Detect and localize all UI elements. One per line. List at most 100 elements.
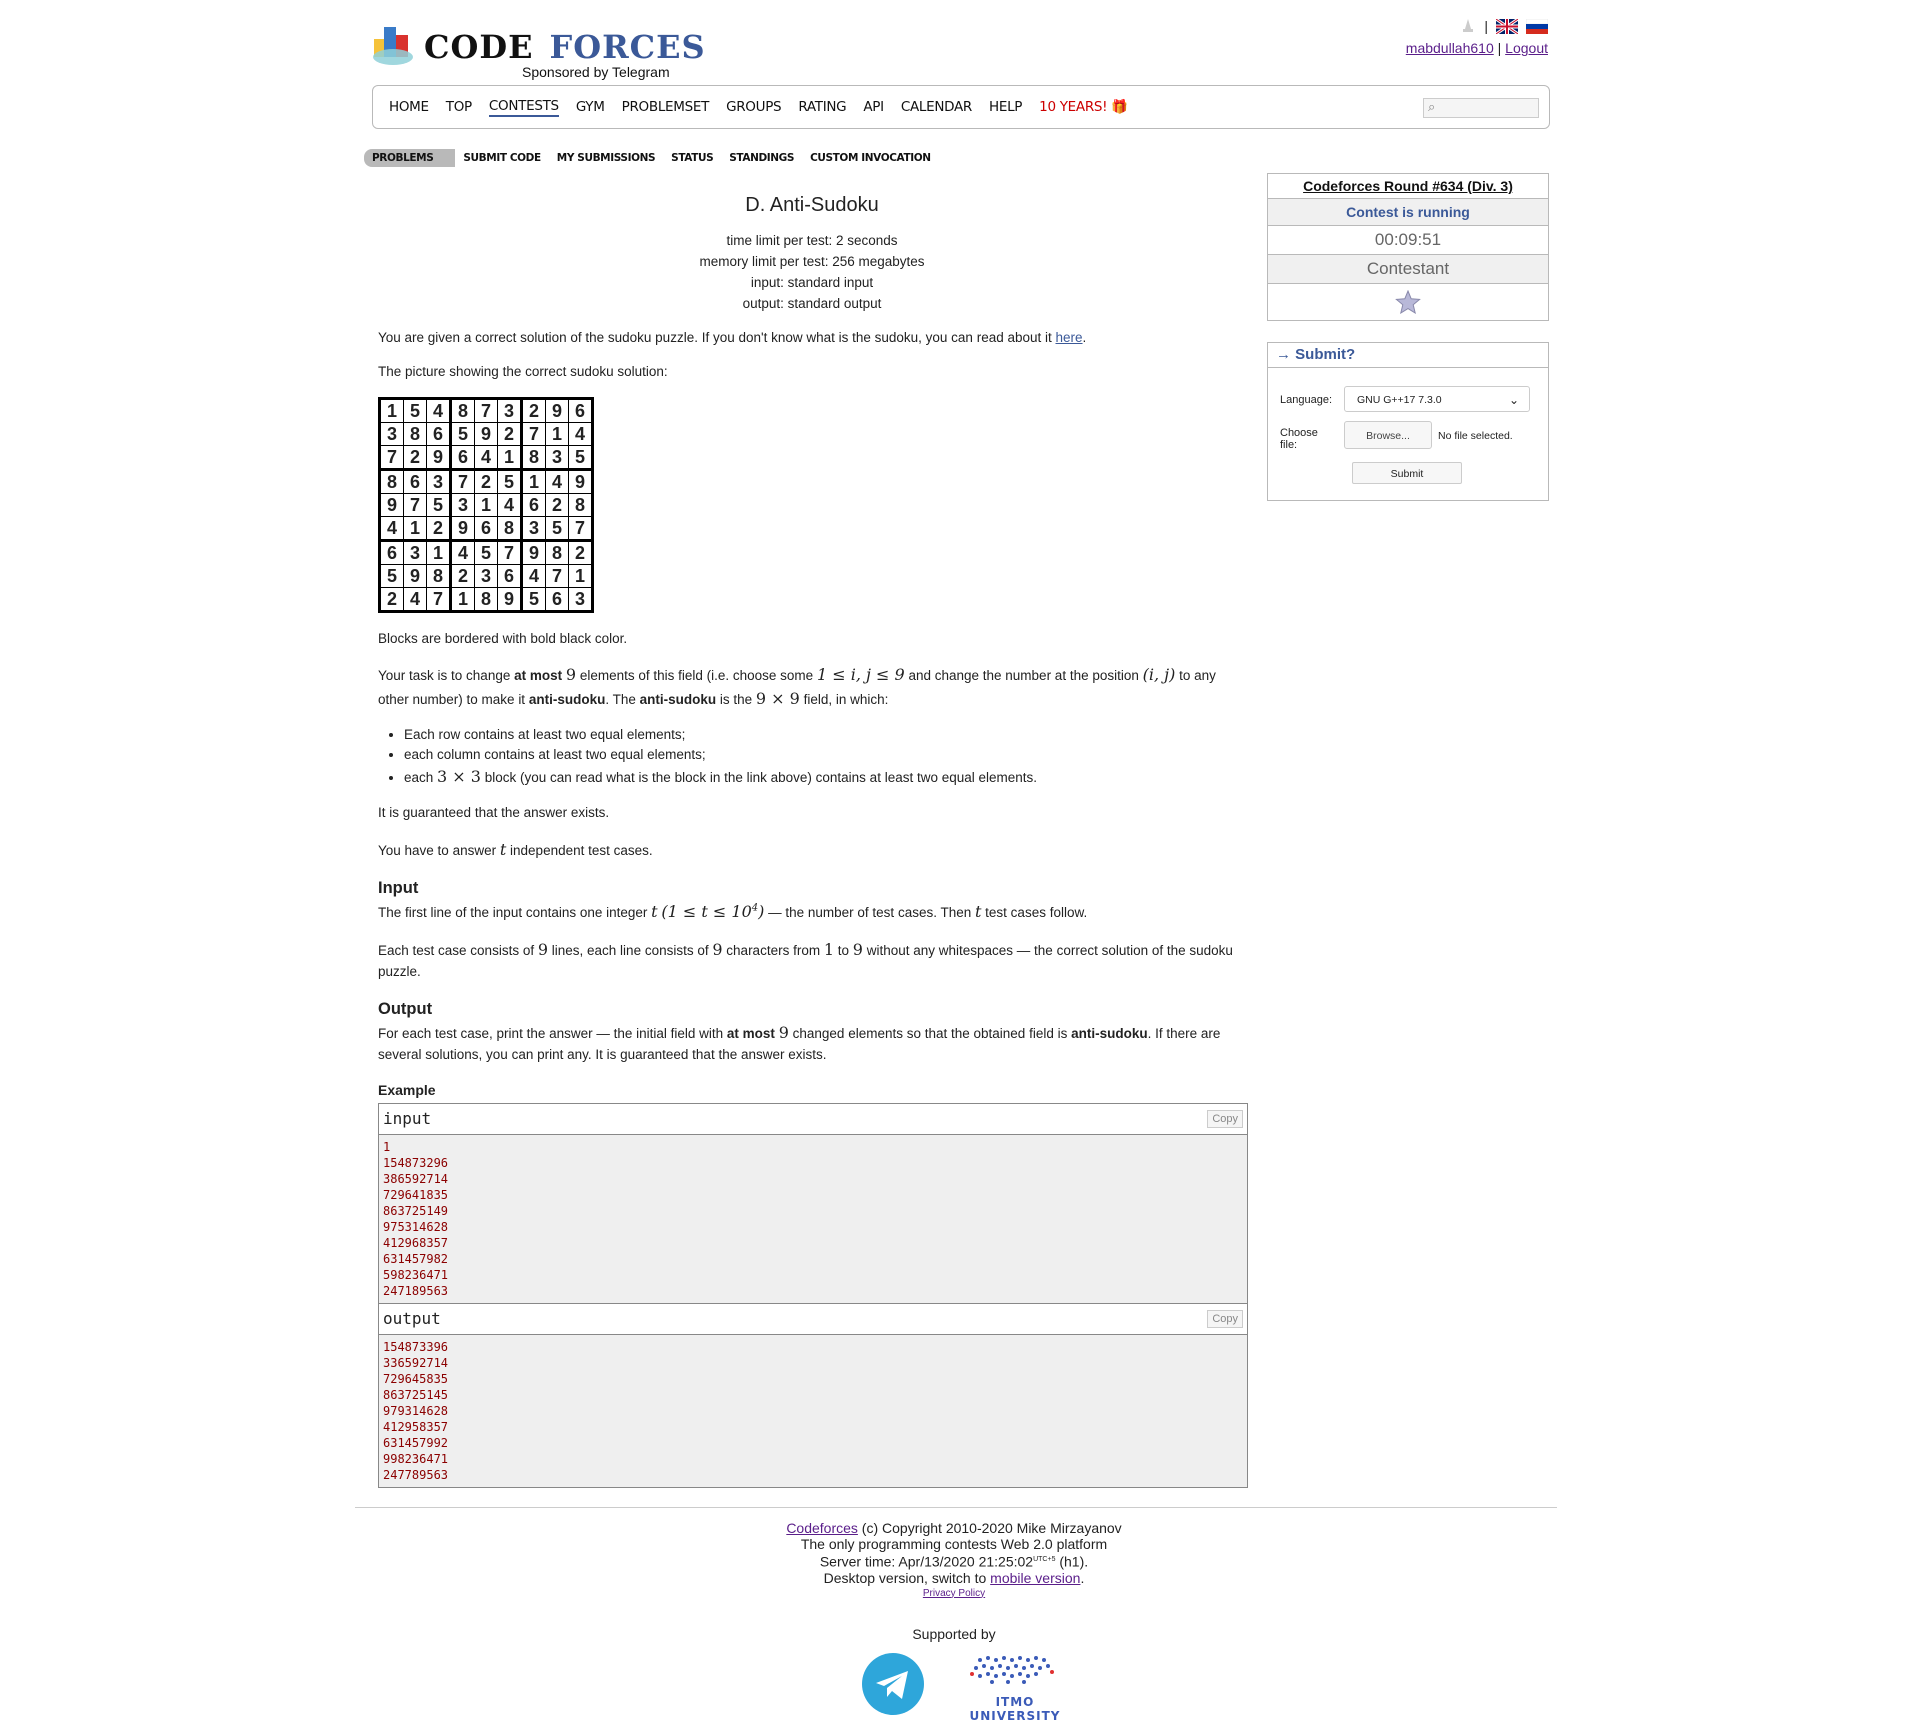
sudoku-cell: 6: [568, 397, 593, 423]
menu-item-groups[interactable]: GROUPS: [726, 99, 782, 115]
footer-codeforces-link[interactable]: Codeforces: [786, 1520, 858, 1536]
sudoku-cell: 2: [474, 468, 498, 494]
output-file: output: standard output: [742, 296, 882, 311]
contest-status: Contest is running: [1268, 199, 1548, 226]
copy-output-button[interactable]: Copy: [1207, 1309, 1243, 1328]
itmo-logo[interactable]: ITMO UNIVERSITY: [950, 1650, 1080, 1723]
round-name-link[interactable]: Codeforces Round #634 (Div. 3): [1268, 174, 1548, 199]
sudoku-cell: 7: [379, 444, 404, 471]
gift-icon: 🎁: [1111, 99, 1128, 115]
sudoku-cell: 3: [379, 421, 404, 446]
sudoku-cell: 7: [403, 492, 427, 517]
menu-item-rating[interactable]: RATING: [798, 99, 846, 115]
subnav-custom-invocation[interactable]: CUSTOM INVOCATION: [802, 149, 939, 167]
menu-item-api[interactable]: API: [863, 99, 884, 115]
participant-role: Contestant: [1268, 255, 1548, 284]
sample-output[interactable]: 154873396 336592714 729645835 863725145 …: [379, 1334, 1247, 1487]
sudoku-cell: 4: [521, 563, 546, 588]
sudoku-cell: 7: [474, 397, 498, 423]
subnav-submit-code[interactable]: SUBMIT CODE: [455, 149, 548, 167]
logo-cube-icon: [373, 27, 413, 65]
sudoku-cell: 1: [474, 492, 498, 517]
sudoku-cell: 2: [521, 397, 546, 423]
mobile-version-link[interactable]: mobile version: [990, 1570, 1080, 1586]
sudoku-cell: 3: [426, 468, 452, 494]
subnav-standings[interactable]: STANDINGS: [721, 149, 802, 167]
english-flag-icon[interactable]: [1496, 18, 1518, 34]
sudoku-cell: 9: [568, 468, 593, 494]
sample-input[interactable]: 1 154873296 386592714 729641835 86372514…: [379, 1134, 1247, 1303]
codeforces-logo[interactable]: CODE FORCES Sponsored by Telegram: [370, 22, 705, 80]
footer-tagline: The only programming contests Web 2.0 pl…: [800, 1536, 1108, 1552]
sudoku-cell: 1: [426, 539, 452, 565]
problem-limits: time limit per test: 2 seconds memory li…: [378, 230, 1246, 314]
sudoku-cell: 5: [521, 586, 546, 612]
sudoku-cell: 5: [474, 539, 498, 565]
subnav-problems[interactable]: PROBLEMS: [364, 149, 456, 167]
bell-icon[interactable]: [1460, 18, 1476, 34]
sudoku-row: 631457982: [379, 539, 593, 565]
contest-info-box: Codeforces Round #634 (Div. 3) Contest i…: [1267, 173, 1549, 321]
list-item: each 3 × 3 block (you can read what is t…: [404, 765, 1246, 789]
input-file: input: standard input: [750, 275, 874, 290]
sudoku-cell: 4: [497, 492, 523, 517]
star-icon[interactable]: [1395, 289, 1421, 315]
sudoku-cell: 6: [450, 444, 475, 471]
sudoku-cell: 5: [545, 515, 569, 542]
sudoku-cell: 9: [497, 586, 523, 612]
sudoku-wiki-link[interactable]: here: [1056, 330, 1083, 345]
sample-output-header: output Copy: [379, 1302, 1247, 1335]
sudoku-cell: 7: [545, 563, 569, 588]
sudoku-cell: 9: [403, 563, 427, 588]
sudoku-row: 247189563: [379, 586, 593, 612]
menu-item-10-years[interactable]: 10 YEARS! 🎁: [1039, 99, 1128, 115]
contest-timer: 00:09:51: [1268, 226, 1548, 255]
sudoku-row: 154873296: [379, 397, 593, 423]
sudoku-cell: 8: [545, 539, 569, 565]
menu-item-top[interactable]: TOP: [446, 99, 472, 115]
search-input[interactable]: ⌕: [1423, 98, 1539, 118]
requirements-list: Each row contains at least two equal ele…: [378, 725, 1246, 790]
logout-link[interactable]: Logout: [1505, 40, 1548, 56]
memory-limit: memory limit per test: 256 megabytes: [699, 254, 925, 269]
intro-paragraph: You are given a correct solution of the …: [378, 330, 1087, 345]
sudoku-cell: 6: [474, 515, 498, 542]
sudoku-cell: 8: [426, 563, 452, 588]
russian-flag-icon[interactable]: [1526, 18, 1548, 34]
sudoku-cell: 5: [568, 444, 593, 471]
sudoku-cell: 3: [568, 586, 593, 612]
menu-item-problemset[interactable]: PROBLEMSET: [622, 99, 710, 115]
menu-item-calendar[interactable]: CALENDAR: [901, 99, 972, 115]
menu-item-help[interactable]: HELP: [989, 99, 1022, 115]
logo-wordmark: CODE FORCES: [424, 28, 706, 66]
privacy-policy-link[interactable]: Privacy Policy: [923, 1588, 985, 1599]
separator: |: [1497, 40, 1502, 56]
list-item: Each row contains at least two equal ele…: [404, 725, 1246, 745]
sudoku-cell: 1: [497, 444, 523, 471]
user-area: | mabdullah610 | Logout: [1406, 16, 1548, 56]
menu-item-contests[interactable]: CONTESTS: [488, 98, 559, 117]
sudoku-cell: 6: [426, 421, 452, 446]
username-link[interactable]: mabdullah610: [1406, 40, 1494, 56]
search-icon: ⌕: [1428, 99, 1436, 114]
sudoku-cell: 5: [497, 468, 523, 494]
browse-button[interactable]: Browse...: [1344, 421, 1432, 449]
itmo-dots-icon: [970, 1656, 1054, 1684]
copy-input-button[interactable]: Copy: [1207, 1109, 1243, 1128]
language-select[interactable]: GNU G++17 7.3.0 ⌄: [1344, 386, 1530, 412]
subnav-status[interactable]: STATUS: [663, 149, 721, 167]
submit-button[interactable]: Submit: [1352, 462, 1462, 484]
sudoku-cell: 7: [521, 421, 546, 446]
sudoku-row: 975314628: [379, 492, 593, 517]
sudoku-cell: 6: [545, 586, 569, 612]
sudoku-cell: 5: [426, 492, 452, 517]
task-paragraph: Your task is to change at most 9 element…: [378, 664, 1216, 708]
menu-item-gym[interactable]: GYM: [576, 99, 605, 115]
sudoku-cell: 1: [403, 515, 427, 542]
telegram-icon[interactable]: [862, 1653, 924, 1715]
sudoku-cell: 1: [568, 563, 593, 588]
subnav-my-submissions[interactable]: MY SUBMISSIONS: [549, 149, 663, 167]
sudoku-cell: 5: [403, 397, 427, 423]
sudoku-cell: 8: [403, 421, 427, 446]
menu-item-home[interactable]: HOME: [389, 99, 429, 115]
